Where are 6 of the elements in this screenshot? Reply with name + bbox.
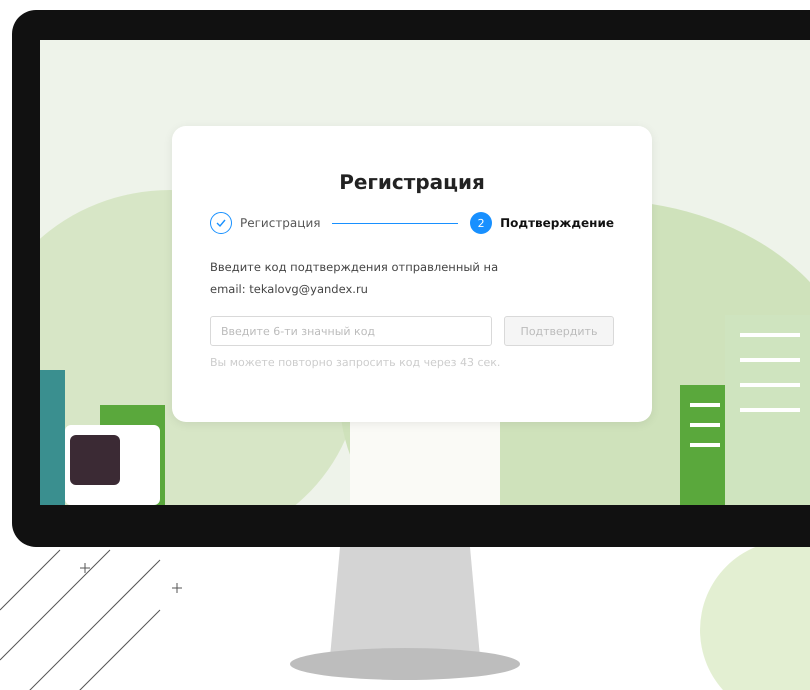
instruction-text: Введите код подтверждения отправленный на email: tekalovg@yandex.ru [210, 259, 500, 298]
step-number: 2 [470, 212, 492, 234]
step-label: Регистрация [240, 216, 320, 230]
code-input-field[interactable]: Введите 6-ти значный код [210, 316, 492, 346]
step-label: Подтверждение [500, 216, 614, 230]
form-title: Регистрация [338, 170, 486, 194]
